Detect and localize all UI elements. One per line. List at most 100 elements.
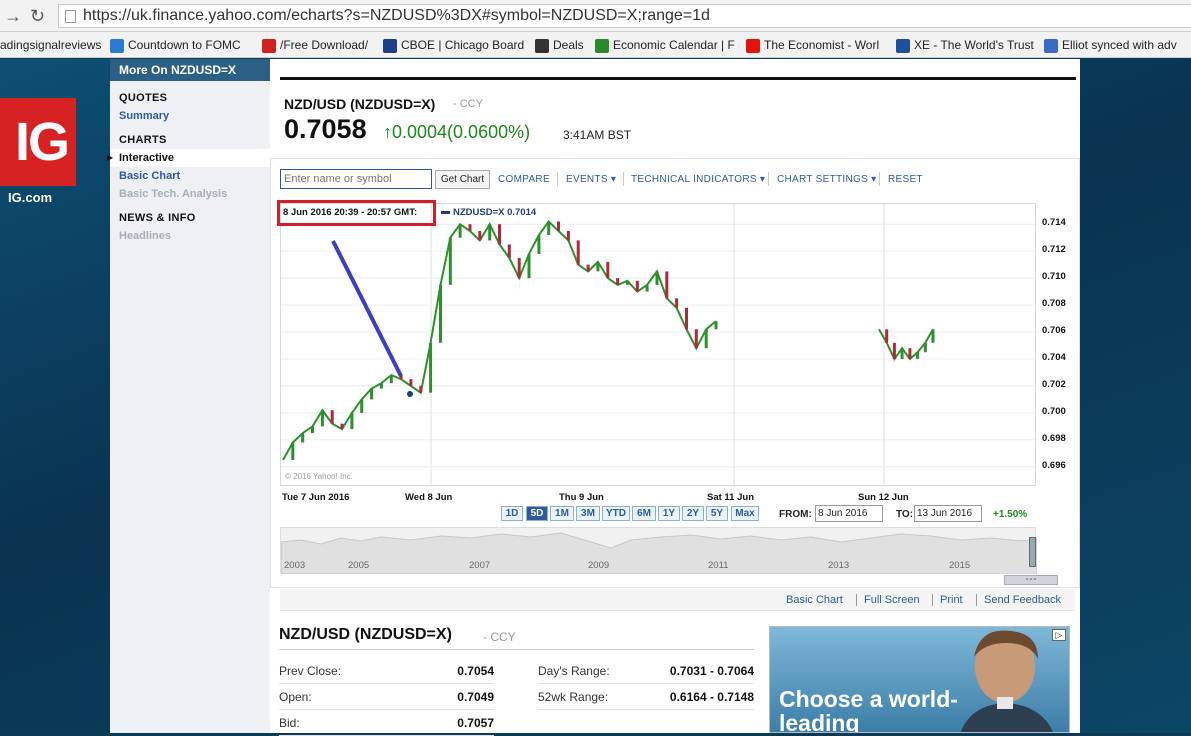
x-tick-label: Tue 7 Jun 2016	[282, 492, 350, 503]
links-divider	[932, 594, 933, 606]
price-candle	[311, 426, 314, 434]
price-candle	[517, 257, 521, 279]
price-candle	[488, 224, 492, 241]
price-candle	[291, 442, 295, 460]
summary-ccy: - CCY	[483, 630, 516, 644]
price-candle	[900, 348, 904, 359]
price-plot	[281, 204, 1037, 487]
to-date-input[interactable]: 13 Jun 2016	[914, 505, 982, 522]
plot-area[interactable]	[280, 203, 1037, 487]
bookmark-item[interactable]: The Economist - Worl	[746, 37, 879, 53]
range-button-1y[interactable]: 1Y	[658, 506, 680, 521]
price-candle	[923, 342, 927, 353]
advertisement[interactable]: Choose a world-leading ▷	[769, 626, 1070, 733]
toolbar-divider	[879, 172, 880, 186]
bookmark-item[interactable]: adingsignalreviews	[0, 37, 101, 53]
price-candle	[616, 278, 620, 285]
technical-indicators-menu[interactable]: TECHNICAL INDICATORS ▾	[631, 174, 765, 185]
range-button-1d[interactable]: 1D	[501, 506, 523, 521]
price-candle	[714, 321, 718, 330]
summary-rule	[279, 649, 754, 650]
x-tick-label: Sun 12 Jun	[858, 492, 909, 503]
price-candle	[635, 280, 639, 292]
range-button-ytd[interactable]: YTD	[602, 506, 630, 521]
price-candle	[557, 221, 560, 231]
reset-button[interactable]: RESET	[888, 174, 923, 185]
sidebar-item-basic-chart[interactable]: Basic Chart	[110, 167, 270, 185]
ig-label[interactable]: IG.com	[8, 190, 52, 205]
range-button-3m[interactable]: 3M	[576, 506, 600, 521]
y-tick-label: 0.704	[1042, 351, 1066, 363]
address-bar[interactable]: https://uk.finance.yahoo.com/echarts?s=N…	[58, 4, 1191, 28]
ig-logo[interactable]: IG	[0, 98, 76, 186]
overview-year-label: 2009	[588, 560, 610, 571]
from-date-input[interactable]: 8 Jun 2016	[815, 505, 883, 522]
bookmark-favicon-icon	[535, 38, 549, 53]
ad-choices-icon[interactable]: ▷	[1052, 629, 1066, 641]
bookmark-item[interactable]: CBOE | Chicago Board	[383, 37, 524, 53]
price-candle	[892, 342, 896, 359]
link-full-screen[interactable]: Full Screen	[864, 594, 920, 606]
summary-value: 0.7031 - 0.7064	[669, 664, 754, 678]
link-basic-chart[interactable]: Basic Chart	[786, 594, 843, 606]
toolbar-divider	[623, 172, 624, 186]
sidebar-body: QUOTES Summary CHARTS Interactive Basic Char…	[110, 81, 270, 245]
events-menu[interactable]: EVENTS ▾	[566, 174, 616, 185]
chart-settings-menu[interactable]: CHART SETTINGS ▾	[777, 174, 876, 185]
link-print[interactable]: Print	[940, 594, 963, 606]
price-candle	[379, 383, 383, 389]
range-button-5y[interactable]: 5Y	[706, 506, 728, 521]
price-candle	[665, 271, 669, 299]
reload-icon[interactable]: ↻	[30, 6, 45, 26]
bookmarks-bar: adingsignalreviews Countdown to FOMC/Free…	[0, 32, 1191, 58]
get-chart-button[interactable]: Get Chart	[435, 170, 490, 189]
sidebar-item-basic-tech-analysis[interactable]: Basic Tech. Analysis	[110, 185, 270, 203]
price-candle	[439, 284, 442, 343]
price-candle	[429, 342, 433, 393]
sidebar-item-summary[interactable]: Summary	[110, 107, 270, 125]
range-button-1m[interactable]: 1M	[550, 506, 574, 521]
quote-time: 3:41AM BST	[563, 128, 632, 142]
ad-headline: Choose a world-leading	[779, 686, 958, 733]
bookmark-label: The Economist - Worl	[764, 38, 880, 52]
overview-handle[interactable]	[1029, 537, 1036, 567]
overview-scrollbar[interactable]: ⁃⁃⁃	[1004, 575, 1058, 585]
range-button-max[interactable]: Max	[731, 506, 759, 521]
overview-navigator[interactable]: 2003 2005 2007 2009 2011 2013 2015	[280, 527, 1037, 574]
bookmark-item[interactable]: Elliot synced with adv	[1044, 37, 1177, 53]
price-candle	[350, 412, 354, 430]
price-candle	[908, 348, 912, 359]
chart-links-bar: Basic Chart Full Screen Print Send Feedback	[280, 589, 1075, 611]
quote-change: ↑0.0004(0.0600%)	[383, 122, 531, 142]
bookmark-favicon-icon	[262, 38, 276, 53]
bookmark-label: Economic Calendar | F	[613, 38, 735, 52]
compare-button[interactable]: COMPARE	[498, 174, 550, 185]
bookmark-item[interactable]: /Free Download/	[262, 37, 368, 53]
sidebar-item-headlines[interactable]: Headlines	[110, 227, 270, 245]
price-candle	[448, 237, 452, 285]
bookmark-item[interactable]: Countdown to FOMC	[110, 37, 241, 53]
bookmark-favicon-icon	[595, 38, 609, 53]
sidebar-section-title: NEWS & INFO	[119, 212, 196, 224]
hover-value: NZDUSD=X 0.7014	[441, 207, 536, 218]
range-button-2y[interactable]: 2Y	[682, 506, 704, 521]
browser-toolbar: → ↻ https://uk.finance.yahoo.com/echarts…	[0, 0, 1191, 32]
price-candle	[931, 329, 935, 343]
price-candle	[566, 231, 570, 241]
y-tick-label: 0.698	[1042, 432, 1066, 444]
price-candle	[498, 224, 501, 245]
bookmark-item[interactable]: Economic Calendar | F	[595, 37, 735, 53]
sidebar-item-interactive[interactable]: Interactive	[110, 149, 270, 167]
symbol-search-input[interactable]	[280, 169, 432, 189]
bookmark-item[interactable]: Deals	[535, 37, 584, 53]
range-button-6m[interactable]: 6M	[632, 506, 656, 521]
link-send-feedback[interactable]: Send Feedback	[984, 594, 1061, 606]
range-button-5d[interactable]: 5D	[526, 506, 548, 521]
forward-icon[interactable]: →	[4, 6, 22, 26]
x-tick-label: Sat 11 Jun	[707, 492, 754, 503]
overview-year-label: 2005	[348, 560, 370, 571]
bookmark-item[interactable]: XE - The World's Trust	[896, 37, 1034, 53]
price-candle	[389, 375, 393, 384]
links-divider	[976, 594, 977, 606]
price-candle	[675, 298, 679, 308]
